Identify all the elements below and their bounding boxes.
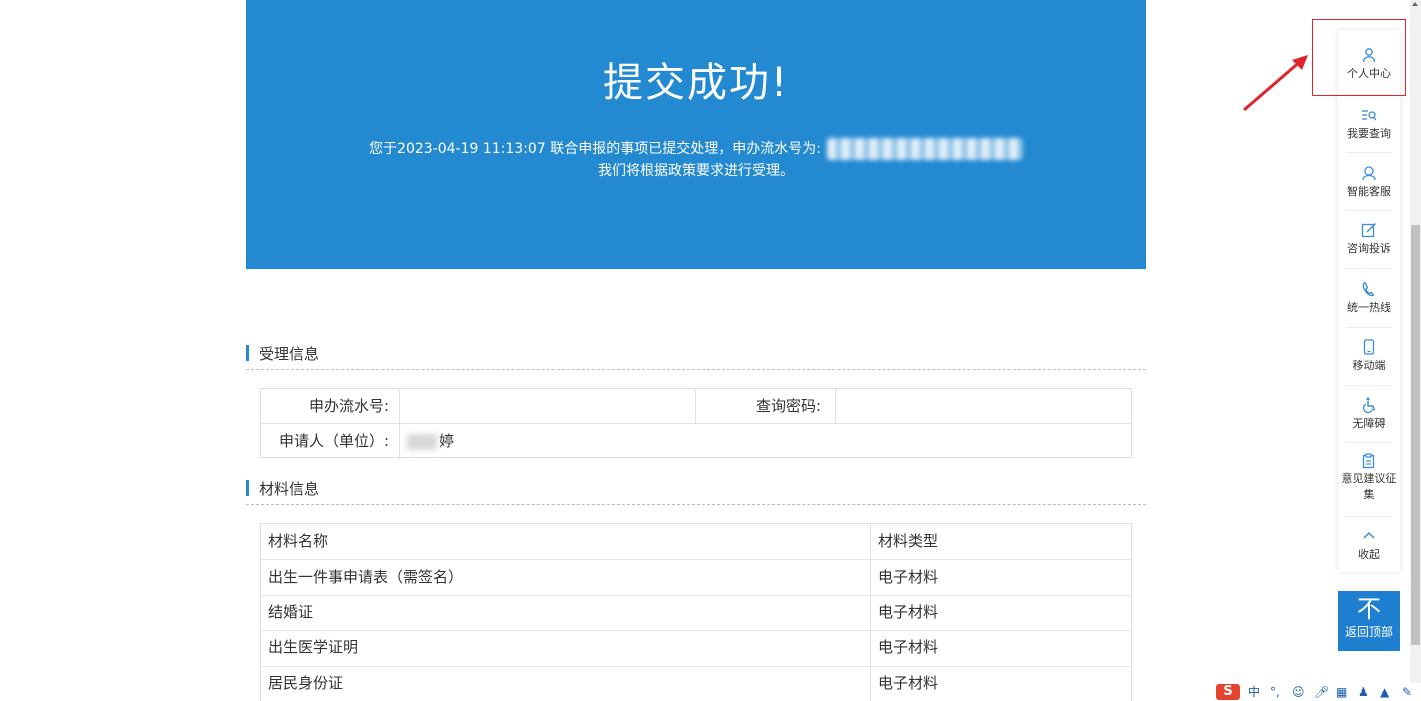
material-name: 居民身份证 (268, 674, 344, 692)
arrow-top-icon: 不 (1357, 595, 1381, 623)
back-to-top-button[interactable]: 不 返回顶部 (1338, 591, 1400, 651)
accept-info-header: 受理信息 (246, 343, 1146, 370)
keyboard-icon[interactable]: ▦ (1336, 684, 1347, 700)
password-label: 查询密码: (755, 397, 821, 415)
col-divider (835, 389, 836, 423)
material-table: 材料名称 材料类型 出生一件事申请表（需签名） 电子材料 结婚证 电子材料 出生… (260, 523, 1132, 701)
divider (1346, 327, 1392, 328)
redacted-name (407, 433, 437, 450)
material-name: 出生医学证明 (268, 638, 359, 656)
page: 提交成功! 您于2023-04-19 11:13:07 联合申报的事项已提交处理… (0, 0, 1421, 701)
smart-service-label: 智能客服 (1347, 185, 1391, 198)
ime-toolbar: S 中 °, ☺ 🎤︎ ▦ ♟ ▲ ✎ (1214, 683, 1421, 701)
material-type: 电子材料 (878, 568, 939, 586)
table-row: 结婚证 电子材料 (261, 595, 1131, 630)
serial-value (407, 389, 687, 424)
table-header-row: 材料名称 材料类型 (261, 524, 1131, 559)
header-material-name: 材料名称 (268, 532, 329, 550)
service-icon (1362, 166, 1376, 181)
success-banner: 提交成功! 您于2023-04-19 11:13:07 联合申报的事项已提交处理… (246, 0, 1146, 269)
ime-logo[interactable]: S (1216, 684, 1240, 700)
password-value (843, 389, 1123, 424)
table-row: 出生一件事申请表（需签名） 电子材料 (261, 560, 1131, 595)
hotline-button[interactable]: 统一热线 (1338, 281, 1400, 315)
divider (1346, 385, 1392, 386)
divider (1346, 152, 1392, 153)
applicant-value: 婷 (439, 432, 455, 450)
query-label: 我要查询 (1347, 127, 1391, 140)
applicant-label: 申请人（单位）: (278, 432, 389, 450)
material-name: 出生一件事申请表（需签名） (268, 568, 464, 586)
material-type: 电子材料 (878, 674, 939, 692)
mobile-label: 移动端 (1352, 359, 1386, 372)
mobile-icon (1363, 339, 1375, 355)
collapse-label: 收起 (1358, 548, 1380, 561)
col-divider (399, 389, 400, 459)
divider (1346, 210, 1392, 211)
search-list-icon (1362, 110, 1377, 121)
skin-icon[interactable]: ▲ (1380, 684, 1389, 700)
material-type: 电子材料 (878, 603, 939, 621)
clipboard-icon (1362, 453, 1375, 469)
success-title: 提交成功! (602, 60, 790, 106)
microphone-icon[interactable]: 🎤︎ (1314, 684, 1329, 700)
hotline-label: 统一热线 (1347, 301, 1391, 314)
wrench-icon[interactable]: ✎ (1402, 684, 1412, 700)
mobile-button[interactable]: 移动端 (1338, 339, 1400, 373)
side-toolbar: 个人中心 我要查询 智能客服 咨询投诉 统一热线 移动端 无障碍 意见建议征集 … (1338, 30, 1400, 572)
user-icon[interactable]: ♟ (1358, 684, 1369, 700)
submit-info-text: 您于2023-04-19 11:13:07 联合申报的事项已提交处理，申办流水号… (369, 141, 821, 157)
material-type: 电子材料 (878, 638, 939, 656)
scroll-up-icon[interactable] (1412, 2, 1418, 6)
annotation-arrow-icon (1243, 55, 1308, 112)
accessibility-label: 无障碍 (1352, 417, 1386, 430)
chevron-up-icon (1363, 531, 1375, 539)
acceptance-note: 我们将根据政策要求进行受理。 (598, 163, 794, 179)
material-info-title: 材料信息 (259, 480, 320, 498)
consult-complain-label: 咨询投诉 (1347, 242, 1391, 255)
ime-mode[interactable]: 中 (1248, 684, 1260, 700)
divider (1346, 516, 1392, 517)
consult-complain-button[interactable]: 咨询投诉 (1338, 222, 1400, 256)
punctuation-icon[interactable]: °, (1270, 684, 1280, 700)
query-button[interactable]: 我要查询 (1338, 107, 1400, 141)
table-row: 居民身份证 电子材料 (261, 666, 1131, 701)
back-to-top-label: 返回顶部 (1344, 625, 1393, 639)
submit-info-line: 您于2023-04-19 11:13:07 联合申报的事项已提交处理，申办流水号… (246, 138, 1146, 160)
serial-label: 申办流水号: (308, 397, 389, 415)
feedback-button[interactable]: 意见建议征集 (1338, 453, 1400, 503)
table-row: 出生医学证明 电子材料 (261, 630, 1131, 665)
material-info-header: 材料信息 (246, 478, 1146, 505)
scrollbar-thumb[interactable] (1411, 225, 1420, 645)
accessibility-button[interactable]: 无障碍 (1338, 397, 1400, 431)
section-accent-bar (246, 480, 249, 496)
emoji-icon[interactable]: ☺ (1292, 684, 1305, 700)
accessibility-icon (1362, 397, 1376, 413)
edit-icon (1361, 222, 1377, 238)
applicant-cell: 婷 (407, 424, 707, 459)
feedback-label: 意见建议征集 (1341, 472, 1397, 501)
annotation-highlight-box (1312, 19, 1406, 96)
header-material-type: 材料类型 (878, 532, 939, 550)
phone-icon (1362, 281, 1375, 297)
smart-service-button[interactable]: 智能客服 (1338, 165, 1400, 199)
material-name: 结婚证 (268, 603, 314, 621)
divider (1346, 442, 1392, 443)
section-accent-bar (246, 345, 249, 361)
redacted-serial-number (826, 138, 1023, 160)
accept-info-table: 申办流水号: 查询密码: 申请人（单位）: 婷 (260, 388, 1132, 459)
divider (1346, 268, 1392, 269)
accept-info-title: 受理信息 (259, 345, 320, 363)
collapse-button[interactable]: 收起 (1338, 528, 1400, 562)
